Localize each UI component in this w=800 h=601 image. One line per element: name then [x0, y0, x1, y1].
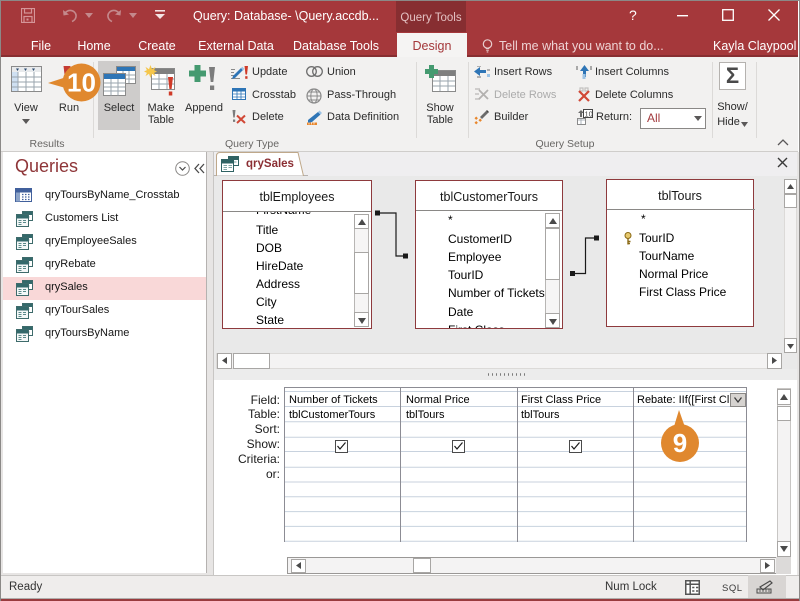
- svg-text:10: 10: [67, 68, 96, 98]
- svg-text:9: 9: [673, 428, 687, 458]
- svg-text:10: 10: [585, 109, 593, 118]
